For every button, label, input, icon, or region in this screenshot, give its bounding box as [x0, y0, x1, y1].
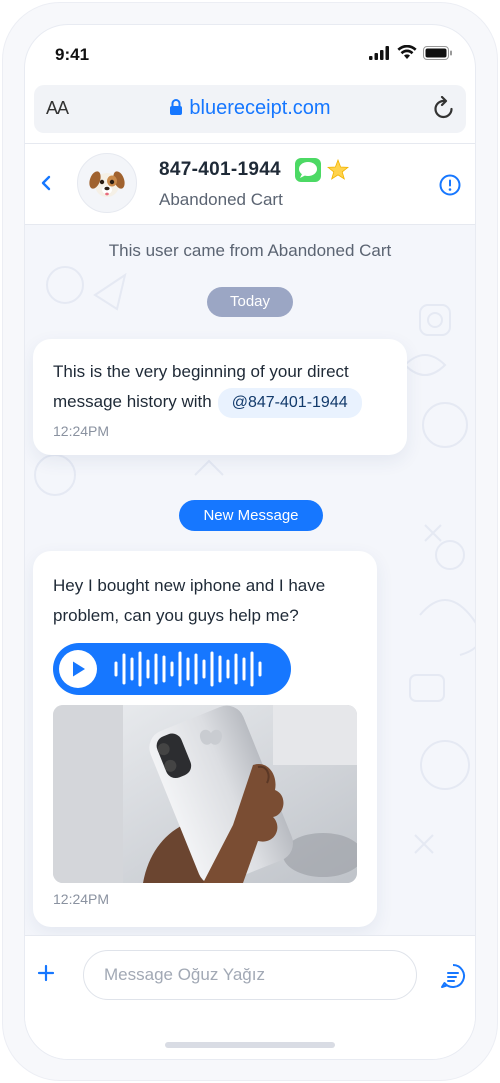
- voice-message-player[interactable]: [53, 643, 291, 695]
- message-composer: [25, 935, 475, 1059]
- star-icon: [327, 159, 349, 180]
- date-divider: Today: [207, 287, 293, 317]
- status-bar: 9:41: [25, 25, 475, 83]
- message-input[interactable]: [83, 950, 417, 1000]
- message-bubble-intro: This is the very beginning of your direc…: [33, 339, 407, 455]
- waveform-icon: [114, 651, 262, 687]
- message-photo[interactable]: [53, 705, 357, 883]
- play-icon: [73, 661, 85, 677]
- dog-avatar-icon: [89, 171, 125, 197]
- message-text: This is the very beginning of your direc…: [53, 357, 398, 418]
- info-icon[interactable]: [439, 174, 461, 196]
- message-timestamp: 12:24PM: [53, 891, 110, 907]
- plus-icon[interactable]: [37, 964, 55, 982]
- back-chevron-icon[interactable]: [39, 174, 53, 192]
- sms-icon: [295, 158, 321, 182]
- message-text: Hey I bought new iphone and I have probl…: [53, 576, 326, 625]
- url-text: bluereceipt.com: [189, 97, 331, 119]
- url-field[interactable]: bluereceipt.com: [34, 97, 466, 120]
- contact-phone-number: 847-401-1944: [159, 159, 281, 180]
- play-button[interactable]: [59, 650, 97, 688]
- chat-thread[interactable]: This user came from Abandoned Cart Today…: [25, 225, 475, 935]
- home-indicator: [165, 1042, 335, 1048]
- message-timestamp: 12:24PM: [53, 423, 110, 439]
- contact-subtitle: Abandoned Cart: [159, 190, 283, 209]
- chat-header: 847-401-1944 Abandoned Cart: [25, 143, 475, 225]
- source-note: This user came from Abandoned Cart: [108, 241, 392, 260]
- lock-icon: [170, 99, 183, 115]
- send-icon[interactable]: [439, 962, 467, 990]
- signal-icon: [369, 45, 389, 60]
- browser-address-bar: AA bluereceipt.com: [34, 85, 466, 133]
- battery-icon: [423, 45, 452, 60]
- avatar[interactable]: [77, 153, 137, 213]
- status-icons: [369, 45, 453, 60]
- phone-screen: 9:41 AA bluereceipt.com 847-401-1944 Aba…: [24, 24, 476, 1060]
- message-bubble-customer: Hey I bought new iphone and I have probl…: [33, 551, 377, 927]
- iphone-photo-illustration: [53, 705, 357, 883]
- reload-icon[interactable]: [432, 96, 456, 122]
- contact-badges: [295, 158, 349, 182]
- new-message-divider[interactable]: New Message: [179, 500, 323, 531]
- mention-chip[interactable]: @847-401-1944: [217, 388, 362, 418]
- wifi-icon: [397, 45, 417, 59]
- status-time: 9:41: [55, 45, 90, 64]
